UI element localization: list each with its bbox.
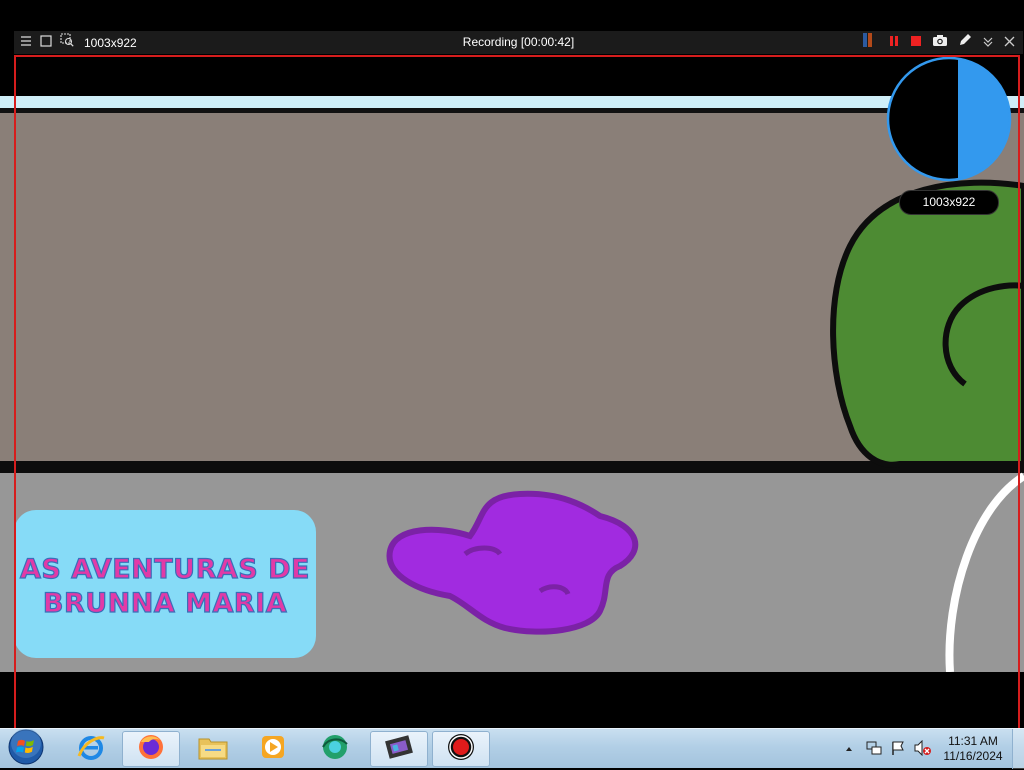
chevron-down-icon[interactable] [982, 34, 994, 52]
pen-icon[interactable] [958, 33, 972, 52]
show-desktop-button[interactable] [1012, 729, 1024, 769]
capture-region-border[interactable] [14, 55, 1020, 768]
pause-icon[interactable] [888, 34, 900, 52]
firefox-icon [136, 732, 166, 767]
photos-icon [320, 732, 350, 767]
taskbar-app-explorer[interactable] [184, 731, 242, 767]
start-button[interactable] [0, 727, 52, 770]
clock-time: 11:31 AM [948, 734, 998, 748]
system-clock[interactable]: 11:31 AM 11/16/2024 [942, 734, 1004, 764]
windows-orb-icon [8, 727, 44, 770]
record-icon [446, 732, 476, 767]
volume-muted-icon[interactable] [914, 739, 932, 761]
media-player-icon [259, 733, 287, 766]
taskbar-app-media-player[interactable] [244, 731, 302, 767]
taskbar-app-ie[interactable] [62, 731, 120, 767]
recorder-toolbar: 1003x922 Recording [00:00:42] [14, 31, 1023, 54]
audio-level-icon [862, 33, 878, 52]
show-hidden-icons[interactable] [844, 741, 854, 759]
taskbar-app-recorder[interactable] [432, 731, 490, 767]
folder-icon [197, 733, 229, 766]
camera-icon[interactable] [932, 34, 948, 52]
clock-date: 11/16/2024 [943, 749, 1003, 763]
taskbar: 11:31 AM 11/16/2024 [0, 727, 1024, 770]
taskbar-app-movie-maker[interactable] [370, 731, 428, 767]
network-icon[interactable] [866, 740, 882, 761]
stop-icon[interactable] [910, 34, 922, 52]
close-icon[interactable] [1004, 34, 1015, 52]
toolbar-right-group [862, 31, 1015, 54]
film-icon [384, 732, 414, 767]
taskbar-app-photos[interactable] [306, 731, 364, 767]
action-center-flag-icon[interactable] [890, 740, 906, 761]
ie-icon [76, 732, 106, 767]
taskbar-app-firefox[interactable] [122, 731, 180, 767]
